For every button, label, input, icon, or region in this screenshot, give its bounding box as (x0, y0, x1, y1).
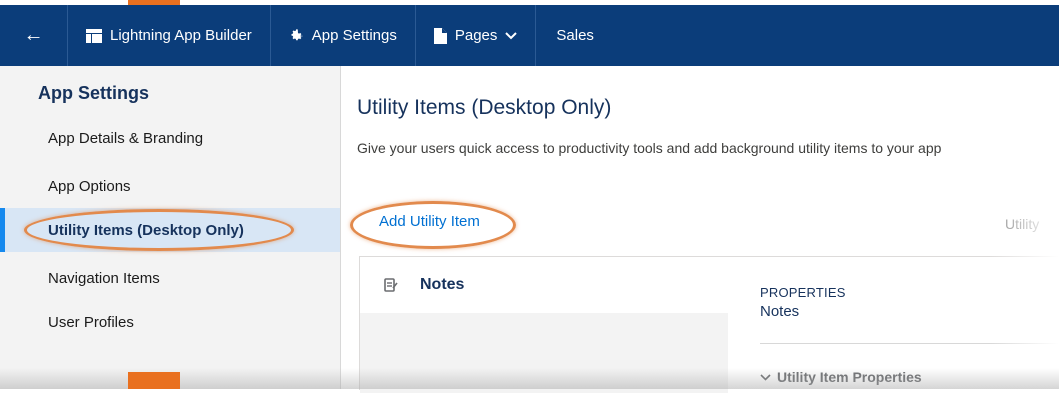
utility-item-panel: Notes PROPERTIES Notes Utility Item Prop… (359, 256, 1059, 393)
app-settings-label: App Settings (311, 27, 397, 44)
lightning-app-builder-link[interactable]: Lightning App Builder (68, 5, 271, 66)
properties-item-name: Notes (760, 303, 800, 320)
settings-sidebar: App Settings App Details & Branding App … (0, 66, 341, 389)
lightning-app-builder-label: Lightning App Builder (110, 27, 252, 44)
main-content: Utility Items (Desktop Only) Give your u… (341, 66, 1059, 393)
properties-label: PROPERTIES (760, 285, 846, 300)
sidebar-item-utility-items[interactable]: Utility Items (Desktop Only) (0, 208, 340, 252)
chevron-down-icon (760, 373, 771, 381)
accent-tab-top (128, 0, 180, 5)
pages-menu[interactable]: Pages (416, 5, 537, 66)
app-name-sales: Sales (536, 5, 612, 66)
add-utility-item-button[interactable]: Add Utility Item (379, 213, 480, 230)
sidebar-item-app-options[interactable]: App Options (0, 164, 340, 208)
arrow-left-icon: ← (23, 24, 44, 46)
section-label: Utility Item Properties (777, 369, 922, 385)
sidebar-item-label: Utility Items (Desktop Only) (48, 221, 244, 239)
utility-item-notes[interactable]: Notes (360, 257, 728, 313)
properties-panel: PROPERTIES Notes Utility Item Properties (760, 257, 1059, 390)
sidebar-title: App Settings (38, 83, 149, 103)
gear-icon (291, 29, 303, 41)
topbar-fade (999, 5, 1059, 66)
page-title: Utility Items (Desktop Only) (357, 96, 612, 119)
sidebar-item-user-profiles[interactable]: User Profiles (0, 300, 340, 344)
back-button[interactable]: ← (0, 5, 68, 66)
utility-item-properties-section[interactable]: Utility Item Properties (760, 369, 922, 385)
top-navigation-bar: ← Lightning App Builder App Settings Pag… (0, 5, 1059, 66)
utility-header-truncated: Utility (1005, 216, 1040, 232)
utility-items-list-area (360, 313, 728, 393)
page-icon (433, 27, 447, 44)
properties-divider (760, 343, 1059, 344)
app-builder-icon (86, 28, 102, 43)
utility-items-list: Notes (360, 257, 728, 393)
sidebar-item-label: Navigation Items (48, 269, 160, 287)
sales-label: Sales (556, 27, 594, 44)
sidebar-item-label: App Options (48, 177, 131, 195)
page-description: Give your users quick access to producti… (357, 140, 942, 156)
notes-icon (384, 278, 398, 292)
sidebar-item-label: User Profiles (48, 313, 134, 331)
chevron-down-icon (505, 31, 518, 39)
utility-item-name: Notes (420, 276, 465, 293)
accent-tab-bottom (128, 372, 180, 389)
app-settings-link[interactable]: App Settings (271, 5, 416, 66)
pages-label: Pages (454, 27, 498, 44)
sidebar-item-navigation-items[interactable]: Navigation Items (0, 256, 340, 300)
sidebar-item-label: App Details & Branding (48, 129, 204, 147)
sidebar-item-app-details-branding[interactable]: App Details & Branding (0, 116, 340, 160)
